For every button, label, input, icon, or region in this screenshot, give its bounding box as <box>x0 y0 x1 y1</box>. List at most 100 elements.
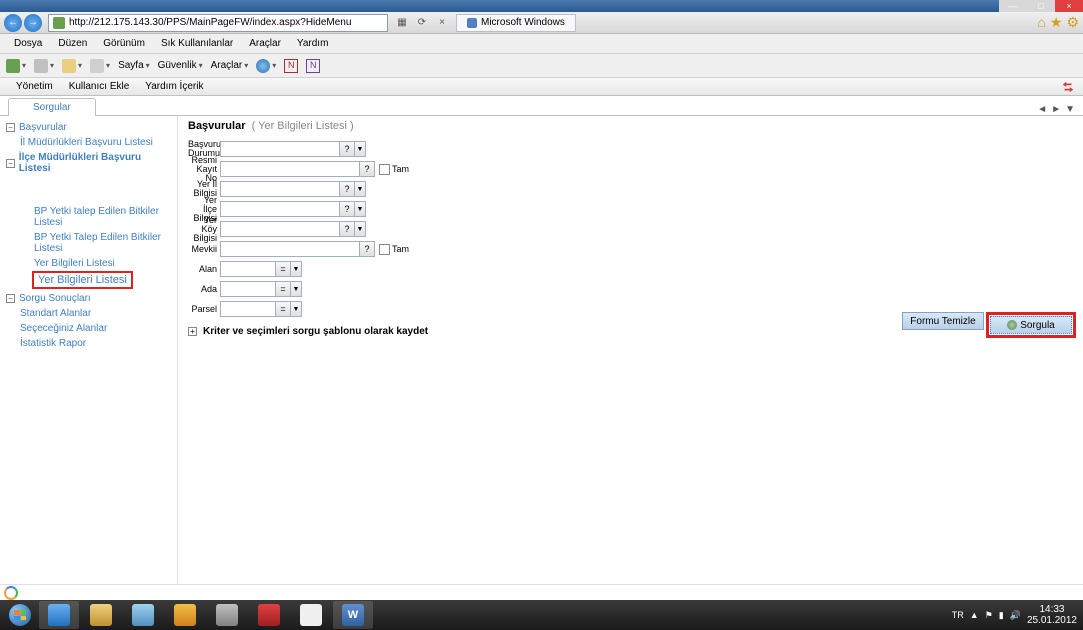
tree-toggle-icon[interactable]: − <box>6 294 15 303</box>
tree-toggle-icon[interactable]: − <box>6 123 15 132</box>
dropdown-button[interactable]: ▼ <box>290 301 302 317</box>
menu-sik-kullanilanlar[interactable]: Sık Kullanılanlar <box>153 38 241 49</box>
input-alan[interactable] <box>220 261 276 277</box>
task-blank[interactable] <box>291 601 331 629</box>
ie-nav-bar: ← → http://212.175.143.30/PPS/MainPageFW… <box>0 12 1083 34</box>
page-tab-sorgular[interactable]: Sorgular <box>8 98 96 116</box>
input-yer-ilce[interactable] <box>220 201 340 217</box>
tb-print[interactable]: ▾ <box>90 59 110 73</box>
eq-button[interactable]: = <box>275 301 291 317</box>
refresh-button[interactable]: ⟳ <box>414 15 430 31</box>
tree-item-ilce-mudurlukleri[interactable]: − İlçe Müdürlükleri Başvuru Listesi <box>2 150 175 176</box>
dropdown-button[interactable]: ▼ <box>290 281 302 297</box>
site-icon <box>53 17 65 29</box>
forward-button[interactable]: → <box>24 14 42 32</box>
lookup-button[interactable]: ? <box>339 221 355 237</box>
menu-araclar[interactable]: Araçlar <box>241 38 289 49</box>
checkbox-tam[interactable]: Tam <box>379 244 409 255</box>
volume-icon[interactable]: 🔊 <box>1010 610 1021 621</box>
menu-gorunum[interactable]: Görünüm <box>95 38 153 49</box>
tools-gear-icon[interactable]: ⚙ <box>1066 14 1079 31</box>
task-word[interactable]: W <box>333 601 373 629</box>
tb-araclar[interactable]: Araçlar▾ <box>211 60 249 71</box>
input-ada[interactable] <box>220 281 276 297</box>
tree-item-bp-yetki-1[interactable]: BP Yetki talep Edilen Bitkiler Listesi <box>2 204 175 230</box>
tray-up-icon[interactable]: ▲ <box>970 610 979 620</box>
tree-item-yer-bilgileri-1[interactable]: Yer Bilgileri Listesi <box>2 256 175 271</box>
dropdown-button[interactable]: ▼ <box>354 141 366 157</box>
tb-guvenlik[interactable]: Güvenlik▾ <box>158 60 203 71</box>
formu-temizle-button[interactable]: Formu Temizle <box>902 312 984 330</box>
lookup-button[interactable]: ? <box>339 181 355 197</box>
tb-home[interactable]: ▾ <box>6 59 26 73</box>
eq-button[interactable]: = <box>275 281 291 297</box>
back-button[interactable]: ← <box>4 14 22 32</box>
app-menu-yonetim[interactable]: Yönetim <box>8 81 61 92</box>
tab-nav-right-icon[interactable]: ► <box>1051 104 1061 115</box>
tb-sayfa[interactable]: Sayfa▾ <box>118 60 150 71</box>
tab-nav-left-icon[interactable]: ◄ <box>1037 104 1047 115</box>
menu-dosya[interactable]: Dosya <box>6 38 50 49</box>
tb-help[interactable]: ▾ <box>256 59 276 73</box>
tb-ext2[interactable]: N <box>306 59 320 73</box>
lookup-button[interactable]: ? <box>359 161 375 177</box>
tb-feeds[interactable]: ▾ <box>34 59 54 73</box>
tree-item-yer-bilgileri-highlighted[interactable]: Yer Bilgileri Listesi <box>32 271 133 289</box>
window-chrome: — □ × <box>0 0 1083 12</box>
sorgula-button[interactable]: Sorgula <box>990 316 1072 334</box>
favorites-star-icon[interactable]: ★ <box>1050 14 1063 31</box>
input-yer-il[interactable] <box>220 181 340 197</box>
lookup-button[interactable]: ? <box>359 241 375 257</box>
stop-button[interactable]: × <box>434 15 450 31</box>
app-menu-yardim[interactable]: Yardım İçerik <box>137 81 211 92</box>
menu-duzen[interactable]: Düzen <box>50 38 95 49</box>
label-parsel: Parsel <box>188 305 220 314</box>
input-resmi-kayit[interactable] <box>220 161 360 177</box>
app-menu-kullanici-ekle[interactable]: Kullanıcı Ekle <box>61 81 138 92</box>
action-center-icon[interactable]: ⚑ <box>985 610 993 621</box>
task-adobe[interactable] <box>249 601 289 629</box>
address-bar[interactable]: http://212.175.143.30/PPS/MainPageFW/ind… <box>48 14 388 32</box>
dropdown-button[interactable]: ▼ <box>354 201 366 217</box>
lang-indicator[interactable]: TR <box>952 610 964 620</box>
loading-spinner-icon <box>4 586 18 600</box>
tab-nav-down-icon[interactable]: ▼ <box>1065 104 1075 115</box>
tb-mail[interactable]: ▾ <box>62 59 82 73</box>
network-icon[interactable]: ▮ <box>999 610 1004 621</box>
home-icon[interactable]: ⌂ <box>1037 14 1045 31</box>
start-button[interactable] <box>2 601 38 629</box>
tree-item-istatistik-rapor[interactable]: İstatistik Rapor <box>2 336 175 351</box>
window-maximize-button[interactable]: □ <box>1027 0 1055 12</box>
app-swap-icon[interactable] <box>1061 81 1075 93</box>
input-yer-koy[interactable] <box>220 221 340 237</box>
browser-tab[interactable]: Microsoft Windows <box>456 14 576 32</box>
task-ie[interactable] <box>39 601 79 629</box>
lookup-button[interactable]: ? <box>339 141 355 157</box>
tree-item-standart-alanlar[interactable]: Standart Alanlar <box>2 306 175 321</box>
section-toggle-icon[interactable]: + <box>188 327 197 336</box>
tree-item-sececeginiz-alanlar[interactable]: Seçeceğiniz Alanlar <box>2 321 175 336</box>
dropdown-button[interactable]: ▼ <box>290 261 302 277</box>
tree-item-bp-yetki-2[interactable]: BP Yetki Talep Edilen Bitkiler Listesi <box>2 230 175 256</box>
compat-view-button[interactable]: ▦ <box>394 15 410 31</box>
task-outlook[interactable] <box>165 601 205 629</box>
menu-yardim[interactable]: Yardım <box>289 38 337 49</box>
checkbox-tam[interactable]: Tam <box>379 164 409 175</box>
eq-button[interactable]: = <box>275 261 291 277</box>
taskbar-clock[interactable]: 14:33 25.01.2012 <box>1027 604 1077 626</box>
window-minimize-button[interactable]: — <box>999 0 1027 12</box>
input-basvuru-durumu[interactable] <box>220 141 340 157</box>
tree-root-basvurular[interactable]: − Başvurular <box>2 120 175 135</box>
tb-ext1[interactable]: N <box>284 59 298 73</box>
tree-toggle-icon[interactable]: − <box>6 159 15 168</box>
input-parsel[interactable] <box>220 301 276 317</box>
tree-item-il-mudurlukleri[interactable]: İl Müdürlükleri Başvuru Listesi <box>2 135 175 150</box>
dropdown-button[interactable]: ▼ <box>354 221 366 237</box>
task-folder[interactable] <box>123 601 163 629</box>
dropdown-button[interactable]: ▼ <box>354 181 366 197</box>
lookup-button[interactable]: ? <box>339 201 355 217</box>
task-explorer[interactable] <box>81 601 121 629</box>
task-app[interactable] <box>207 601 247 629</box>
window-close-button[interactable]: × <box>1055 0 1083 12</box>
tree-root-sorgu-sonuclari[interactable]: − Sorgu Sonuçları <box>2 291 175 306</box>
